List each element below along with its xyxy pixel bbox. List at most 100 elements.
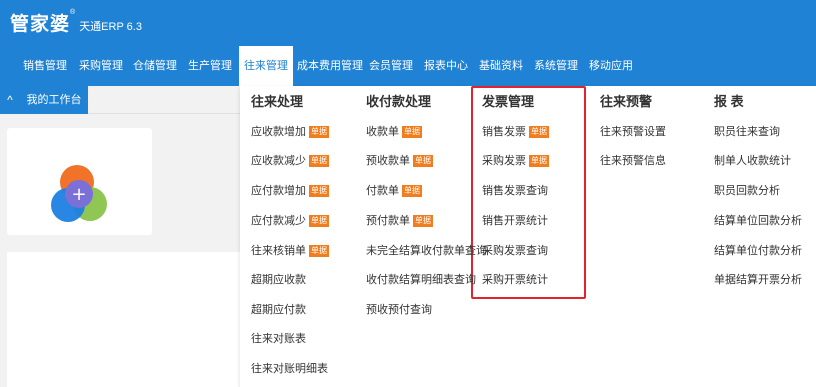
svg-text:+: + [71,184,86,205]
menu-item[interactable]: 结算单位回款分析 [714,212,802,228]
menu-item[interactable]: 应收款减少 单据 [251,152,329,168]
menu-item-label: 往来对账表 [251,333,306,345]
menu-column-1: 往来处理 应收款增加 单据 应收款减少 单据 应付款增加 单据 应付款减少 单据 往来核销单 单据超… [251,86,361,387]
add-app-icon[interactable]: + [7,128,152,235]
nav-item-10[interactable]: 系统管理 [531,46,581,86]
menu-item-label: 超期应付款 [251,304,306,316]
menu-item[interactable]: 销售开票统计 [482,212,548,228]
menu-item-label: 预付款单 [366,215,410,227]
menu-item-label: 预收款单 [366,155,410,167]
menu-item[interactable]: 收付款结算明细表查询 [366,271,476,287]
menu-item-label: 采购开票统计 [482,274,548,286]
menu-item-label: 结算单位付款分析 [714,245,802,257]
nav-item-6[interactable]: 成本费用管理 [297,46,363,86]
menu-item[interactable]: 收款单 单据 [366,123,422,139]
document-badge: 单据 [413,155,433,167]
menu-item-label: 付款单 [366,185,399,197]
menu-item-label: 往来对账明细表 [251,363,328,375]
document-badge: 单据 [309,126,329,138]
menu-item[interactable]: 预收款单 单据 [366,152,433,168]
menu-item-label: 收款单 [366,126,399,138]
nav-item-11[interactable]: 移动应用 [586,46,636,86]
menu-item-label: 应收款减少 [251,155,306,167]
nav-item-3[interactable]: 仓储管理 [130,46,180,86]
document-badge: 单据 [309,245,329,257]
menu-item[interactable]: 结算单位付款分析 [714,242,802,258]
menu-item[interactable]: 制单人收款统计 [714,152,791,168]
menu-column-title: 报 表 [714,94,744,109]
menu-item[interactable]: 超期应付款 [251,301,306,317]
menu-item[interactable]: 往来对账表 [251,330,306,346]
logo-text: 管家婆 [10,14,71,35]
menu-item-label: 应付款增加 [251,185,306,197]
menu-item[interactable]: 销售发票 单据 [482,123,549,139]
menu-item[interactable]: 付款单 单据 [366,182,422,198]
document-badge: 单据 [309,185,329,197]
nav-item-5[interactable]: 往来管理 [239,46,293,86]
menu-item[interactable]: 往来预警设置 [600,123,666,139]
menu-item[interactable]: 应付款减少 单据 [251,212,329,228]
workbench-area [7,252,240,387]
nav-item-9[interactable]: 基础资料 [476,46,526,86]
menu-item[interactable]: 往来对账明细表 [251,360,328,376]
menu-item-label: 应付款减少 [251,215,306,227]
menu-item-label: 制单人收款统计 [714,155,791,167]
nav-item-4[interactable]: 生产管理 [185,46,235,86]
collapse-icon[interactable]: ^ [0,86,20,114]
menu-item-label: 未完全结算收付款单查询 [366,245,487,257]
menu-item-label: 预收预付查询 [366,304,432,316]
nav-item-7[interactable]: 会员管理 [366,46,416,86]
workbench-panel: ^ 我的工作台 + [0,86,240,387]
nav-item-1[interactable]: 销售管理 [20,46,70,86]
menu-item[interactable]: 超期应收款 [251,271,306,287]
menu-column-title: 往来预警 [600,94,653,109]
document-badge: 单据 [309,155,329,167]
workbench-card[interactable]: + [7,128,152,235]
nav-item-2[interactable]: 采购管理 [76,46,126,86]
app-logo: 管家婆®天通ERP 6.3 [10,9,142,36]
menu-item-label: 往来预警信息 [600,155,666,167]
menu-item-label: 职员回款分析 [714,185,780,197]
menu-item-label: 结算单位回款分析 [714,215,802,227]
document-badge: 单据 [413,215,433,227]
menu-item-label: 销售发票查询 [482,185,548,197]
menu-item[interactable]: 采购发票查询 [482,242,548,258]
top-bar: 管家婆®天通ERP 6.3 [0,0,816,46]
tab-my-workbench[interactable]: 我的工作台 [20,86,88,114]
menu-item-label: 往来核销单 [251,245,306,257]
document-badge: 单据 [309,215,329,227]
menu-item[interactable]: 单据结算开票分析 [714,271,802,287]
menu-item[interactable]: 应收款增加 单据 [251,123,329,139]
menu-item-label: 收付款结算明细表查询 [366,274,476,286]
menu-item[interactable]: 往来核销单 单据 [251,242,329,258]
menu-item-label: 超期应收款 [251,274,306,286]
menu-item-label: 采购发票 [482,155,526,167]
menu-column-title: 收付款处理 [366,94,432,109]
main-nav: 销售管理 采购管理 仓储管理 生产管理 往来管理 成本费用管理 会员管理 报表中心 基础资料 系统… [0,46,816,86]
document-badge: 单据 [402,126,422,138]
menu-column-4: 往来预警往来预警设置 往来预警信息 [600,86,710,387]
menu-item-label: 职员往来查询 [714,126,780,138]
menu-item[interactable]: 职员往来查询 [714,123,780,139]
menu-item[interactable]: 采购开票统计 [482,271,548,287]
menu-item[interactable]: 预收预付查询 [366,301,432,317]
menu-item[interactable]: 销售发票查询 [482,182,548,198]
nav-item-8[interactable]: 报表中心 [421,46,471,86]
menu-item[interactable]: 未完全结算收付款单查询 [366,242,487,258]
menu-item-label: 销售开票统计 [482,215,548,227]
menu-item[interactable]: 往来预警信息 [600,152,666,168]
menu-item-label: 采购发票查询 [482,245,548,257]
menu-item-label: 单据结算开票分析 [714,274,802,286]
menu-item[interactable]: 采购发票 单据 [482,152,549,168]
logo-reg-mark: ® [70,9,77,16]
menu-item[interactable]: 预付款单 单据 [366,212,433,228]
menu-item-label: 往来预警设置 [600,126,666,138]
menu-column-5: 报 表职员往来查询 制单人收款统计 职员回款分析结算单位回款分析 结算单位付款分析 单据… [714,86,816,387]
menu-column-title: 往来处理 [251,94,304,109]
menu-item-label: 销售发票 [482,126,526,138]
dropdown-menu: 往来处理 应收款增加 单据 应收款减少 单据 应付款增加 单据 应付款减少 单据 往来核销单 单据超… [240,86,816,387]
menu-column-2: 收付款处理 收款单 单据 预收款单 单据 付款单 单据 预付款单 单据 未完全结算收付款单查询 收付… [366,86,487,387]
menu-item[interactable]: 应付款增加 单据 [251,182,329,198]
menu-item[interactable]: 职员回款分析 [714,182,780,198]
menu-column-title: 发票管理 [482,94,535,109]
